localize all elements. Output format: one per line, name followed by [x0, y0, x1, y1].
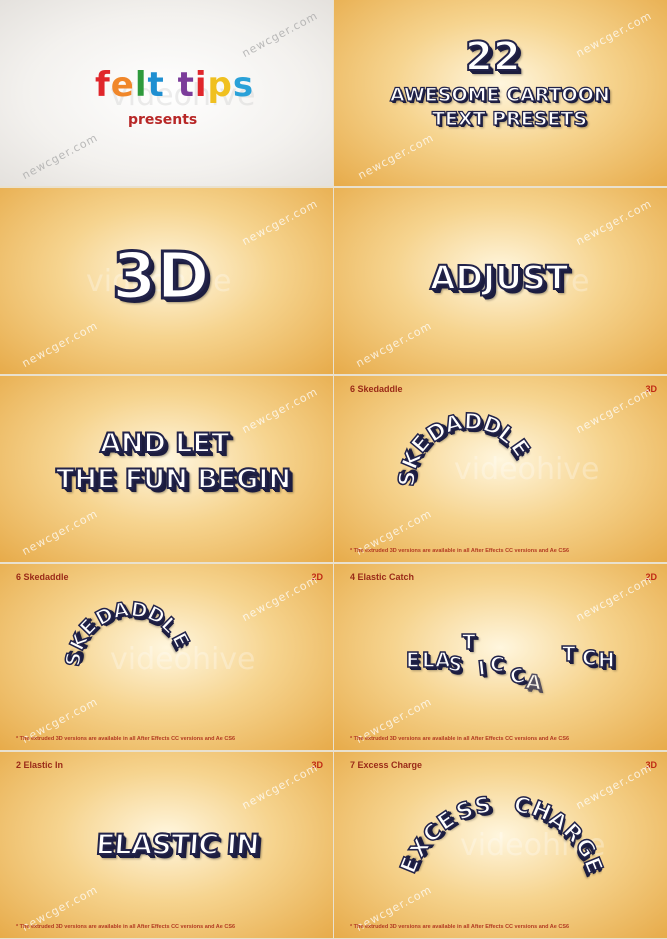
newcger-watermark: newcger.com: [355, 131, 437, 182]
skedaddle-arc-text: SKEDADDLE: [334, 376, 667, 562]
catch-letter: T: [461, 629, 476, 655]
title-number: 22: [464, 33, 522, 81]
adjust-text: ADJUST: [429, 257, 569, 298]
catch-letter: I: [476, 655, 487, 681]
newcger-watermark: newcger.com: [573, 9, 655, 60]
presents-text: presents: [128, 112, 198, 128]
footnote: * The extruded 3D versions are available…: [350, 548, 570, 554]
newcger-watermark: newcger.com: [239, 761, 321, 812]
adjust-frame: newcger.com newcger.com videohive ADJUST: [334, 188, 667, 374]
newcger-watermark: newcger.com: [239, 385, 321, 436]
newcger-watermark: newcger.com: [239, 9, 321, 60]
newcger-watermark: newcger.com: [19, 319, 101, 370]
footnote: * The extruded 3D versions are available…: [16, 924, 236, 930]
elastic-in-frame: 2 Elastic In 3D newcger.com newcger.com …: [0, 752, 333, 938]
logo-letter: t: [147, 65, 165, 105]
newcger-watermark: newcger.com: [19, 507, 101, 558]
arc-letter: S: [472, 792, 494, 821]
catch-letter: C: [488, 651, 506, 677]
logo-letter: t: [177, 65, 195, 105]
logo-letter: s: [232, 65, 255, 105]
fun-frame: newcger.com newcger.com AND LET THE FUN …: [0, 376, 333, 562]
preset-label: 2 Elastic In: [16, 760, 64, 770]
logo-letter: e: [110, 65, 135, 105]
title-line-2: TEXT PRESETS: [431, 107, 588, 130]
felt-tips-logo: felt tips: [95, 65, 254, 105]
3d-frame: newcger.com newcger.com videohive 3D: [0, 188, 333, 374]
fun-line-1: AND LET: [99, 427, 230, 460]
title-frame: newcger.com newcger.com 22 AWESOME CARTO…: [334, 0, 667, 186]
newcger-watermark: newcger.com: [353, 319, 435, 370]
logo-letter: i: [194, 65, 208, 105]
footnote: * The extruded 3D versions are available…: [16, 736, 236, 742]
elastic-in-text: ELASTIC IN: [94, 827, 261, 862]
catch-letter: L: [421, 647, 435, 673]
skedaddle-3d-frame: 6 Skedaddle 3D newcger.com newcger.com v…: [334, 376, 667, 562]
arc-letter: S: [394, 469, 422, 488]
catch-letter: C: [507, 662, 528, 690]
catch-letter: C: [581, 645, 597, 671]
catch-letter: H: [597, 647, 615, 673]
skedaddle-arc-text: SKEDADDLE: [0, 564, 333, 750]
arc-letter: S: [59, 649, 86, 668]
intro-frame: newcger.com newcger.com videohive felt t…: [0, 0, 333, 186]
footnote: * The extruded 3D versions are available…: [350, 736, 570, 742]
catch-letter: A: [524, 669, 543, 696]
logo-letter: f: [95, 65, 111, 105]
newcger-watermark: newcger.com: [239, 197, 321, 248]
footnote: * The extruded 3D versions are available…: [350, 924, 570, 930]
newcger-watermark: newcger.com: [19, 131, 101, 182]
elastic-catch-text: ELASTICCATCH: [334, 564, 667, 750]
logo-letter: [165, 65, 178, 105]
excess-charge-arc-text: EXCESS CHARGE: [334, 752, 667, 938]
storyboard-grid: newcger.com newcger.com videohive felt t…: [0, 0, 667, 939]
title-line-1: AWESOME CARTOON: [389, 83, 610, 106]
elastic-catch-frame: 4 Elastic Catch 2D newcger.com newcger.c…: [334, 564, 667, 750]
logo-letter: l: [134, 65, 148, 105]
catch-letter: E: [405, 647, 420, 673]
catch-letter: S: [446, 650, 465, 677]
skedaddle-2d-frame: 6 Skedaddle 2D newcger.com newcger.com v…: [0, 564, 333, 750]
arc-letter: A: [110, 596, 131, 624]
logo-letter: p: [207, 65, 233, 105]
excess-charge-frame: 7 Excess Charge 3D newcger.com newcger.c…: [334, 752, 667, 938]
3d-text: 3D: [111, 239, 212, 316]
fun-line-2: THE FUN BEGIN: [55, 463, 292, 496]
newcger-watermark: newcger.com: [573, 197, 655, 248]
catch-letter: T: [561, 641, 576, 667]
